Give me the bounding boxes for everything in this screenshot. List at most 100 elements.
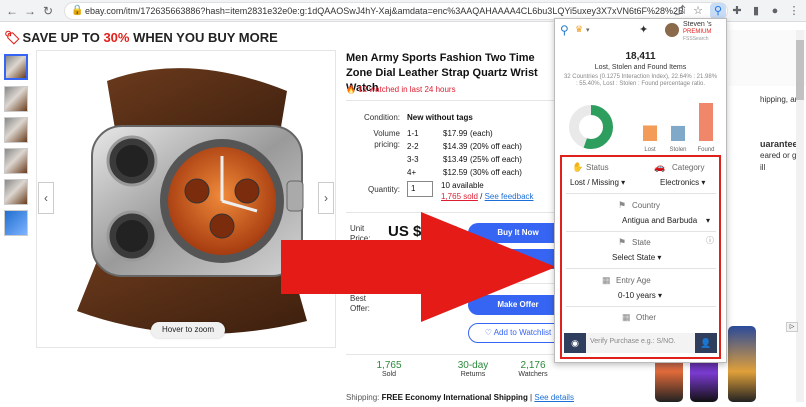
user-sub: FSSSearch (683, 36, 709, 42)
thumbnail-1[interactable] (4, 54, 28, 80)
shipping-row: Shipping: FREE Economy International Shi… (346, 393, 574, 402)
state-select[interactable]: Select State ▾ (612, 253, 661, 262)
tier-note: (each) (470, 129, 493, 138)
condition-label: Condition: (363, 113, 400, 122)
promo-percent: 30% (103, 30, 130, 45)
see-details-link[interactable]: See details (534, 393, 574, 402)
promo-prefix: SAVE UP TO (22, 30, 104, 45)
thumbnail-5[interactable] (4, 179, 28, 205)
status-label: Status (586, 163, 609, 172)
watched-notice: 🔥 12 watched in last 24 hours (346, 85, 456, 94)
tier-note: (20% off each) (470, 142, 522, 151)
shipping-label: Shipping: (346, 393, 380, 402)
grid-icon: ▦ (622, 312, 631, 322)
entry-age-label: Entry Age (616, 276, 651, 285)
share-icon[interactable]: ⤴ (672, 3, 688, 19)
extension-popup: ⚲ ♛ ▾ ✦ Steven 's PREMIUM FSSSearch 18,4… (554, 18, 727, 363)
stat-number: 2,176 (520, 360, 546, 371)
quantity-input[interactable]: 1 (407, 181, 433, 197)
status-select[interactable]: Lost / Missing ▾ (570, 178, 625, 187)
user-icon[interactable]: 👤 (695, 333, 717, 353)
entry-age-select[interactable]: 0-10 years ▾ (618, 291, 662, 300)
lock-icon: 🔒 (71, 5, 84, 16)
tier-price: $12.59 (443, 168, 468, 177)
sold-link[interactable]: 1,765 sold (441, 192, 478, 201)
country-label: Country (632, 201, 661, 210)
flag-icon: ⚑ (618, 237, 627, 247)
thumbnail-3[interactable] (4, 117, 28, 143)
tier-note: (25% off each) (470, 155, 522, 164)
condition-value: New without tags (407, 113, 473, 122)
popup-header: ⚲ ♛ ▾ ✦ Steven 's PREMIUM FSSSearch (555, 19, 726, 45)
crown-icon: ♛ (575, 24, 584, 34)
tier-qty: 3-3 (407, 155, 419, 164)
right-panel (729, 30, 806, 86)
info-icon[interactable]: ⓘ (706, 235, 714, 246)
forward-arrow-icon[interactable]: → (22, 3, 38, 19)
more-menu-icon[interactable]: ⋮ (786, 3, 802, 19)
donut-chart (569, 105, 613, 149)
right-text: uarantee (760, 139, 798, 149)
divider (566, 268, 716, 269)
bar-label-lost: Lost (644, 147, 656, 153)
divider (346, 354, 556, 355)
filter-panel: ✋ Status 🚗 Category Lost / Missing ▾ Ele… (560, 155, 721, 359)
ad-phone-image[interactable] (728, 326, 756, 402)
verify-purchase-input[interactable]: Verify Purchase e.g.: S/NO. (590, 338, 676, 345)
user-name: Steven 's (683, 21, 712, 28)
state-label: State (632, 238, 651, 247)
scrollbar-thumb[interactable] (796, 40, 804, 100)
prev-image-button[interactable]: ‹ (38, 182, 54, 214)
flag-icon: ⚑ (618, 200, 627, 210)
tier-qty: 1-1 (407, 129, 419, 138)
hover-zoom-label: Hover to zoom (151, 322, 225, 338)
avatar[interactable] (665, 23, 679, 37)
next-image-button[interactable]: › (318, 182, 334, 214)
category-label: Category (672, 163, 705, 172)
puzzle-icon[interactable]: ✚ (729, 3, 745, 19)
category-select[interactable]: Electronics ▾ (660, 178, 705, 187)
annotation-arrow (281, 212, 556, 322)
verify-purchase-bar: ◉ Verify Purchase e.g.: S/NO. 👤 (564, 333, 717, 353)
country-select[interactable]: Antigua and Barbuda (622, 216, 697, 225)
available-count: 10 available (441, 181, 484, 190)
add-to-watchlist-button[interactable]: ♡ Add to Watchlist (468, 323, 568, 343)
url-text: ebay.com/itm/172635663886?hash=item2831e… (85, 6, 685, 16)
volume-pricing-label: Volume pricing: (373, 129, 400, 149)
items-description: 32 Countries (0.1275 Interaction Index),… (563, 74, 718, 87)
divider (566, 231, 716, 232)
chevron-down-icon[interactable]: ▾ (586, 26, 590, 34)
ad-choices-icon[interactable]: ▷ (786, 322, 798, 332)
bookmark-star-icon[interactable]: ☆ (690, 3, 706, 19)
other-label: Other (636, 313, 657, 322)
divider (346, 100, 556, 101)
back-arrow-icon[interactable]: ← (4, 3, 20, 19)
extension-icon-active[interactable]: ⚲ (710, 3, 726, 19)
calendar-icon: ▦ (602, 275, 611, 285)
sparkle-icon[interactable]: ✦ (639, 23, 648, 36)
profile-avatar-icon[interactable]: ● (767, 3, 783, 19)
bar-lost (643, 125, 657, 141)
bar-label-found: Found (697, 147, 714, 153)
user-plan: PREMIUM (683, 29, 712, 35)
stat-number: 1,765 (376, 360, 402, 371)
feedback-link[interactable]: See feedback (485, 192, 534, 201)
tier-price: $13.49 (443, 155, 468, 164)
promo-suffix: WHEN YOU BUY MORE (129, 30, 278, 45)
car-icon: 🚗 (654, 162, 666, 172)
tier-price: $17.99 (443, 129, 468, 138)
tag-icon: 🏷 (4, 30, 21, 45)
thumbnail-2[interactable] (4, 86, 28, 112)
globe-icon[interactable]: ◉ (564, 333, 586, 353)
stat-label: Returns (460, 371, 486, 378)
thumbnail-4[interactable] (4, 148, 28, 174)
chevron-down-icon[interactable]: ▾ (706, 216, 710, 225)
tier-qty: 2-2 (407, 142, 419, 151)
divider (566, 193, 716, 194)
sidebar-icon[interactable]: ▮ (748, 3, 764, 19)
stat-label: Watchers (518, 371, 548, 378)
thumbnail-6[interactable] (4, 210, 28, 236)
reload-icon[interactable]: ↻ (40, 3, 56, 19)
tier-qty: 4+ (407, 168, 417, 177)
items-subtitle: Lost, Stolen and Found Items (594, 64, 687, 71)
